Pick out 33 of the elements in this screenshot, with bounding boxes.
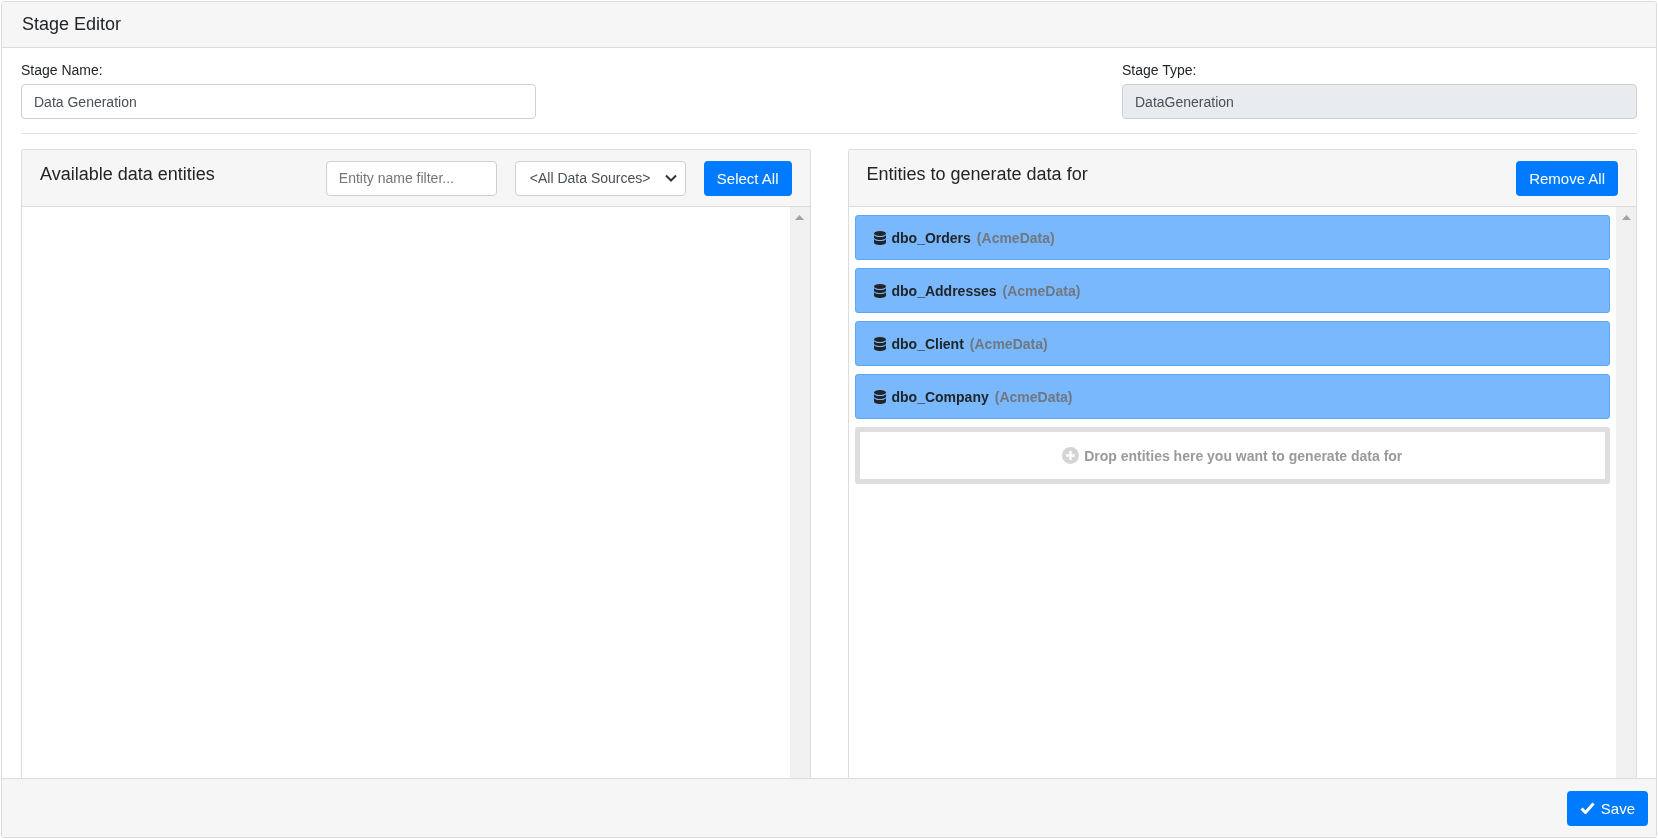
entity-name: dbo_Company — [891, 388, 989, 405]
scroll-up-icon[interactable] — [795, 215, 804, 220]
checkmark-icon — [1579, 802, 1595, 814]
entity-item[interactable]: dbo_Company (AcmeData) — [854, 374, 1610, 419]
stage-type-label: Stage Type: — [1122, 62, 1198, 78]
stage-name-label: Stage Name: — [21, 62, 104, 78]
entity-source: (AcmeData) — [994, 388, 1073, 405]
entity-item[interactable]: dbo_Orders (AcmeData) — [854, 215, 1610, 260]
drop-hint: Drop entities here you want to generate data for — [1084, 447, 1403, 464]
remove-all-button[interactable]: Remove All — [1516, 160, 1618, 196]
entity-source: (AcmeData) — [976, 229, 1055, 246]
data-source-select[interactable]: <All Data Sources> — [514, 160, 686, 196]
entity-source: (AcmeData) — [969, 335, 1048, 352]
entity-name: dbo_Orders — [891, 229, 971, 246]
select-all-button[interactable]: Select All — [703, 160, 792, 196]
entity-source: (AcmeData) — [1002, 282, 1081, 299]
panel-title: Entities to generate data for — [866, 163, 1089, 185]
database-icon — [873, 389, 886, 404]
chevron-down-icon — [664, 174, 677, 182]
window-title: Stage Editor — [22, 14, 122, 35]
database-icon — [873, 283, 886, 298]
stage-name-field[interactable]: Data Generation — [21, 84, 536, 119]
database-icon — [873, 230, 886, 245]
panel-title: Available data entities — [40, 163, 216, 185]
entity-name: dbo_Addresses — [891, 282, 997, 299]
entity-item[interactable]: dbo_Client (AcmeData) — [854, 321, 1610, 366]
entity-name: dbo_Client — [891, 335, 964, 352]
save-button[interactable]: Save — [1566, 790, 1648, 826]
entity-item[interactable]: dbo_Addresses (AcmeData) — [854, 268, 1610, 313]
scroll-up-icon[interactable] — [1621, 215, 1631, 220]
database-icon — [873, 336, 886, 351]
plus-circle-icon — [1062, 447, 1080, 464]
entity-filter-field[interactable]: Entity name filter... — [325, 160, 497, 196]
